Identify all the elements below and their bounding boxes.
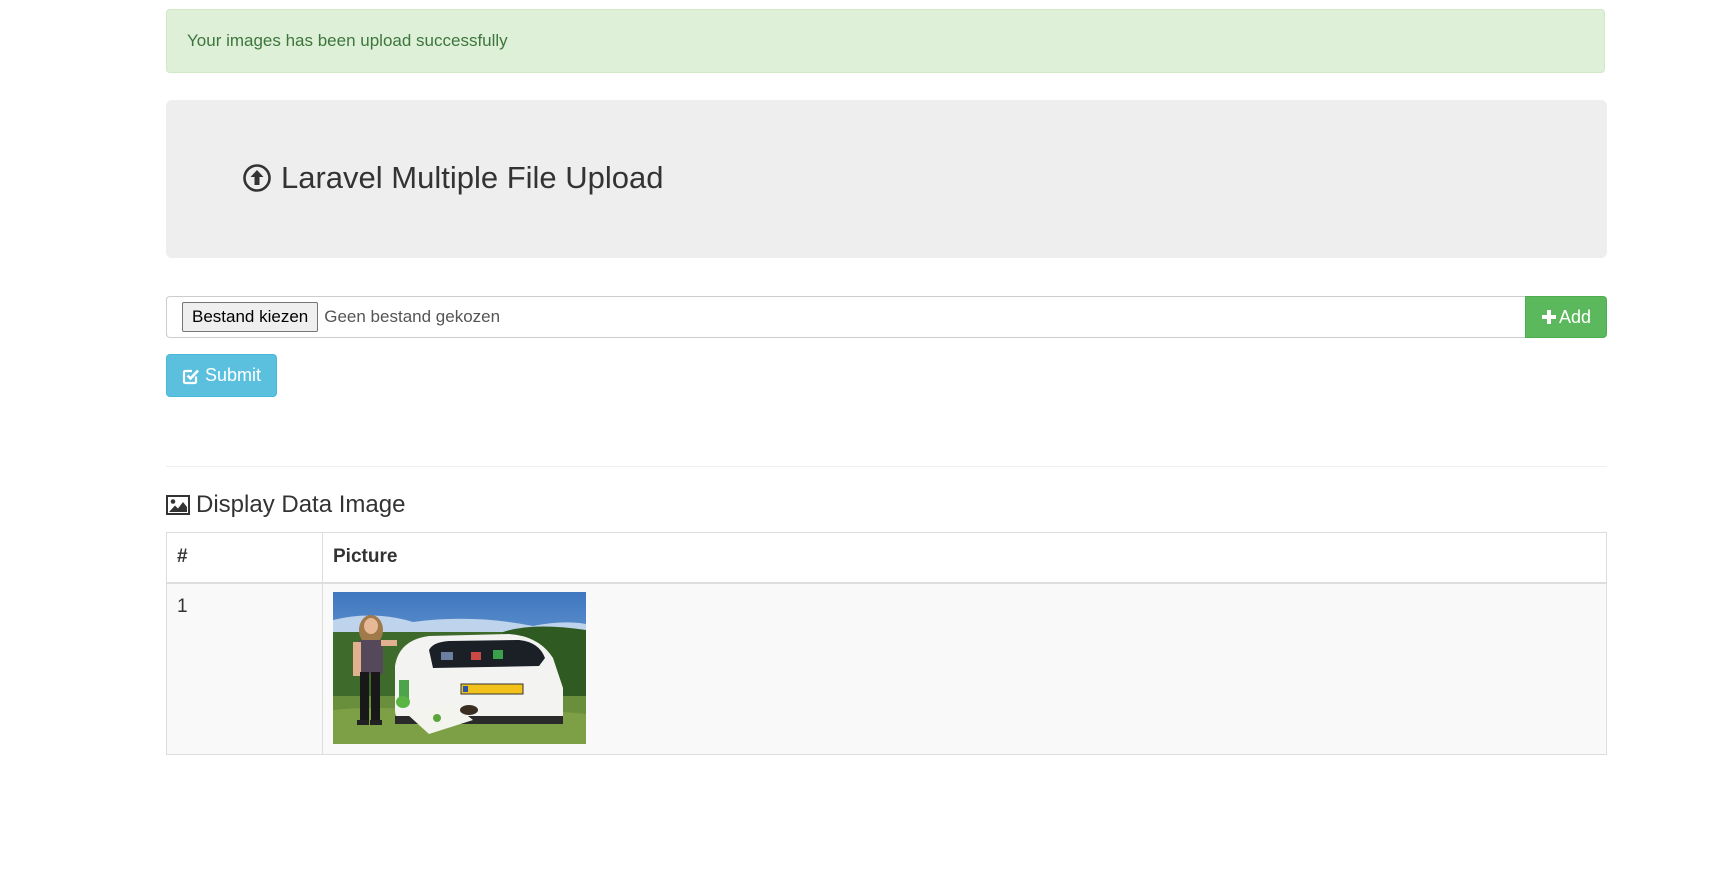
- submit-button[interactable]: Submit: [166, 354, 277, 397]
- uploaded-photo: [333, 591, 586, 744]
- alert-message: Your images has been upload successfully: [187, 31, 508, 50]
- table-header-row: # Picture: [166, 532, 1607, 584]
- table-row: 1: [166, 582, 1607, 755]
- row-number: 1: [166, 582, 323, 755]
- check-square-icon: [182, 369, 199, 384]
- divider: [166, 466, 1607, 467]
- column-header-picture: Picture: [322, 532, 1607, 584]
- submit-button-label: Submit: [204, 365, 262, 385]
- file-upload-group: Bestand kiezen Geen bestand gekozen Add: [166, 296, 1607, 338]
- circle-arrow-up-icon: [243, 164, 271, 192]
- section-title: Display Data Image: [166, 491, 405, 519]
- choose-file-button[interactable]: Bestand kiezen: [182, 302, 319, 332]
- jumbotron: Laravel Multiple File Upload: [166, 100, 1607, 258]
- column-header-number: #: [166, 532, 323, 584]
- file-input[interactable]: Bestand kiezen Geen bestand gekozen: [166, 296, 1525, 338]
- plus-icon: [1541, 310, 1556, 324]
- image-table: # Picture 1: [166, 532, 1607, 755]
- section-title-text: Display Data Image: [196, 491, 406, 518]
- page-title-text: Laravel Multiple File Upload: [281, 160, 664, 195]
- picture-icon: [166, 495, 190, 515]
- success-alert: Your images has been upload successfully: [166, 9, 1605, 73]
- add-button[interactable]: Add: [1525, 296, 1607, 338]
- row-picture-cell: [322, 582, 1607, 755]
- no-file-text: Geen bestand gekozen: [324, 307, 501, 326]
- add-button-label: Add: [1558, 306, 1592, 327]
- page-title: Laravel Multiple File Upload: [242, 160, 664, 196]
